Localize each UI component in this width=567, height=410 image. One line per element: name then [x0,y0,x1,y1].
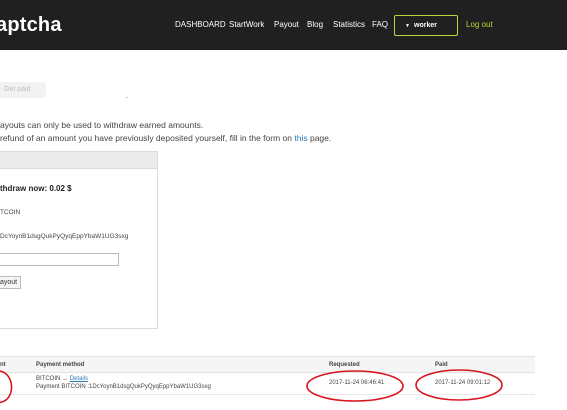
circle-paid [415,369,503,401]
circle-requested [306,370,404,402]
circle-amount [0,370,13,404]
annotation-overlay [0,369,503,404]
red-circles [0,369,503,404]
